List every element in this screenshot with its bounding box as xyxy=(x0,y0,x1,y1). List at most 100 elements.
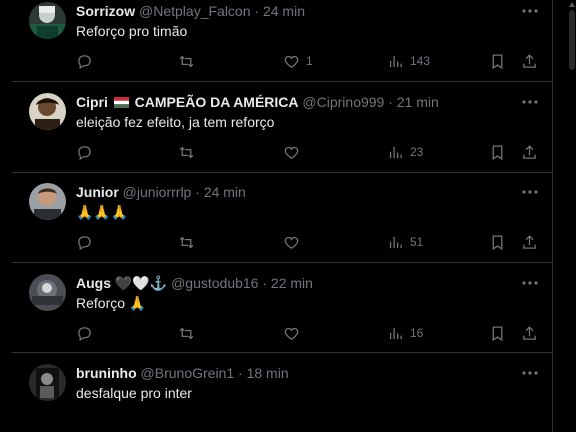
like-button[interactable] xyxy=(283,231,306,253)
share-button[interactable] xyxy=(521,322,538,344)
more-options-icon[interactable] xyxy=(520,92,540,112)
more-options-icon[interactable] xyxy=(520,1,540,21)
share-icon xyxy=(523,234,536,249)
reply-tweet[interactable]: Cipri CAMPEÃO DA AMÉRICA @Ciprino999 · 2… xyxy=(0,91,552,181)
reply-icon xyxy=(78,235,91,250)
timestamp[interactable]: 24 min xyxy=(263,3,305,19)
view-count: 16 xyxy=(410,326,424,340)
scroll-up-arrow-icon[interactable] xyxy=(569,2,575,7)
share-button[interactable] xyxy=(521,141,538,163)
like-button[interactable]: 1 xyxy=(283,50,313,72)
like-count: 1 xyxy=(306,54,313,68)
avatar[interactable] xyxy=(29,364,66,401)
reply-button[interactable] xyxy=(76,50,93,72)
tweet-header: Augs 🖤🤍⚓ @gustodub16 · 22 min xyxy=(76,274,313,292)
author-name-suffix[interactable]: CAMPEÃO DA AMÉRICA xyxy=(135,94,299,110)
reply-tweet[interactable]: Junior @juniorrrlp · 24 min 🙏🙏🙏 51 xyxy=(0,181,552,271)
author-name[interactable]: Sorrizow xyxy=(76,3,135,19)
separator-dot: · xyxy=(195,184,200,200)
reply-icon xyxy=(78,54,91,69)
heart-icon xyxy=(284,55,299,68)
bookmark-button[interactable] xyxy=(489,50,506,72)
views-button[interactable]: 51 xyxy=(387,231,423,253)
more-options-icon[interactable] xyxy=(520,182,540,202)
view-count: 23 xyxy=(410,145,424,159)
author-name[interactable]: Augs xyxy=(76,275,111,291)
author-name[interactable]: bruninho xyxy=(76,365,137,381)
like-button[interactable] xyxy=(283,141,306,163)
author-handle[interactable]: @juniorrrlp xyxy=(123,184,192,200)
avatar[interactable] xyxy=(29,2,66,39)
analytics-icon xyxy=(389,327,402,339)
tweet-header: bruninho @BrunoGrein1 · 18 min xyxy=(76,364,289,382)
analytics-icon xyxy=(389,236,402,248)
share-icon xyxy=(523,53,536,68)
views-button[interactable]: 16 xyxy=(387,322,423,344)
retweet-button[interactable] xyxy=(178,50,195,72)
reply-tweet[interactable]: Sorrizow @Netplay_Falcon · 24 min Reforç… xyxy=(0,0,552,90)
scrollbar-thumb[interactable] xyxy=(569,10,575,70)
views-button[interactable]: 143 xyxy=(387,50,430,72)
avatar[interactable] xyxy=(29,183,66,220)
avatar[interactable] xyxy=(29,93,66,130)
tweet-header: Junior @juniorrrlp · 24 min xyxy=(76,183,246,201)
author-handle[interactable]: @BrunoGrein1 xyxy=(141,365,235,381)
tweet-text: Reforço 🙏 xyxy=(76,295,147,311)
reply-button[interactable] xyxy=(76,231,93,253)
author-handle[interactable]: @Ciprino999 xyxy=(302,94,384,110)
reply-tweet[interactable]: Augs 🖤🤍⚓ @gustodub16 · 22 min Reforço 🙏 xyxy=(0,272,552,362)
avatar[interactable] xyxy=(29,274,66,311)
action-bar: 51 xyxy=(0,231,552,253)
views-button[interactable]: 23 xyxy=(387,141,423,163)
analytics-icon xyxy=(389,146,402,158)
heart-icon xyxy=(284,327,299,340)
timestamp[interactable]: 22 min xyxy=(271,275,313,291)
author-name[interactable]: Junior xyxy=(76,184,119,200)
column-border xyxy=(552,0,553,432)
heart-icon xyxy=(284,146,299,159)
retweet-button[interactable] xyxy=(178,141,195,163)
timestamp[interactable]: 24 min xyxy=(204,184,246,200)
more-options-icon[interactable] xyxy=(520,363,540,383)
timestamp[interactable]: 21 min xyxy=(397,94,439,110)
heart-icon xyxy=(284,236,299,249)
flag-icon xyxy=(113,94,129,108)
bookmark-button[interactable] xyxy=(489,322,506,344)
action-bar: 23 xyxy=(0,141,552,163)
retweet-icon xyxy=(179,327,194,339)
share-icon xyxy=(523,325,536,340)
reply-icon xyxy=(78,326,91,341)
tweet-text: Reforço pro timão xyxy=(76,23,188,39)
divider xyxy=(12,172,552,173)
tweet-header: Cipri CAMPEÃO DA AMÉRICA @Ciprino999 · 2… xyxy=(76,93,439,111)
like-button[interactable] xyxy=(283,322,306,344)
retweet-icon xyxy=(179,236,194,248)
reply-button[interactable] xyxy=(76,322,93,344)
retweet-button[interactable] xyxy=(178,322,195,344)
view-count: 143 xyxy=(410,54,431,68)
author-handle[interactable]: @Netplay_Falcon xyxy=(139,3,251,19)
author-name[interactable]: Cipri xyxy=(76,94,108,110)
tweet-feed: Sorrizow @Netplay_Falcon · 24 min Reforç… xyxy=(0,0,552,432)
reply-icon xyxy=(78,145,91,160)
separator-dot: · xyxy=(254,3,260,19)
timestamp[interactable]: 18 min xyxy=(247,365,289,381)
divider xyxy=(12,352,552,353)
tweet-text: eleição fez efeito, ja tem reforço xyxy=(76,114,275,130)
retweet-button[interactable] xyxy=(178,231,195,253)
share-button[interactable] xyxy=(521,231,538,253)
tweet-header: Sorrizow @Netplay_Falcon · 24 min xyxy=(76,2,305,20)
retweet-icon xyxy=(179,55,194,67)
reply-tweet[interactable]: bruninho @BrunoGrein1 · 18 min desfalque… xyxy=(0,362,552,432)
reply-button[interactable] xyxy=(76,141,93,163)
tweet-text: desfalque pro inter xyxy=(76,385,192,401)
author-handle[interactable]: @gustodub16 xyxy=(171,275,258,291)
share-button[interactable] xyxy=(521,50,538,72)
share-icon xyxy=(523,144,536,159)
bookmark-button[interactable] xyxy=(489,141,506,163)
bookmark-icon xyxy=(492,234,503,250)
divider xyxy=(12,81,552,82)
view-count: 51 xyxy=(410,235,424,249)
more-options-icon[interactable] xyxy=(520,273,540,293)
bookmark-button[interactable] xyxy=(489,231,506,253)
